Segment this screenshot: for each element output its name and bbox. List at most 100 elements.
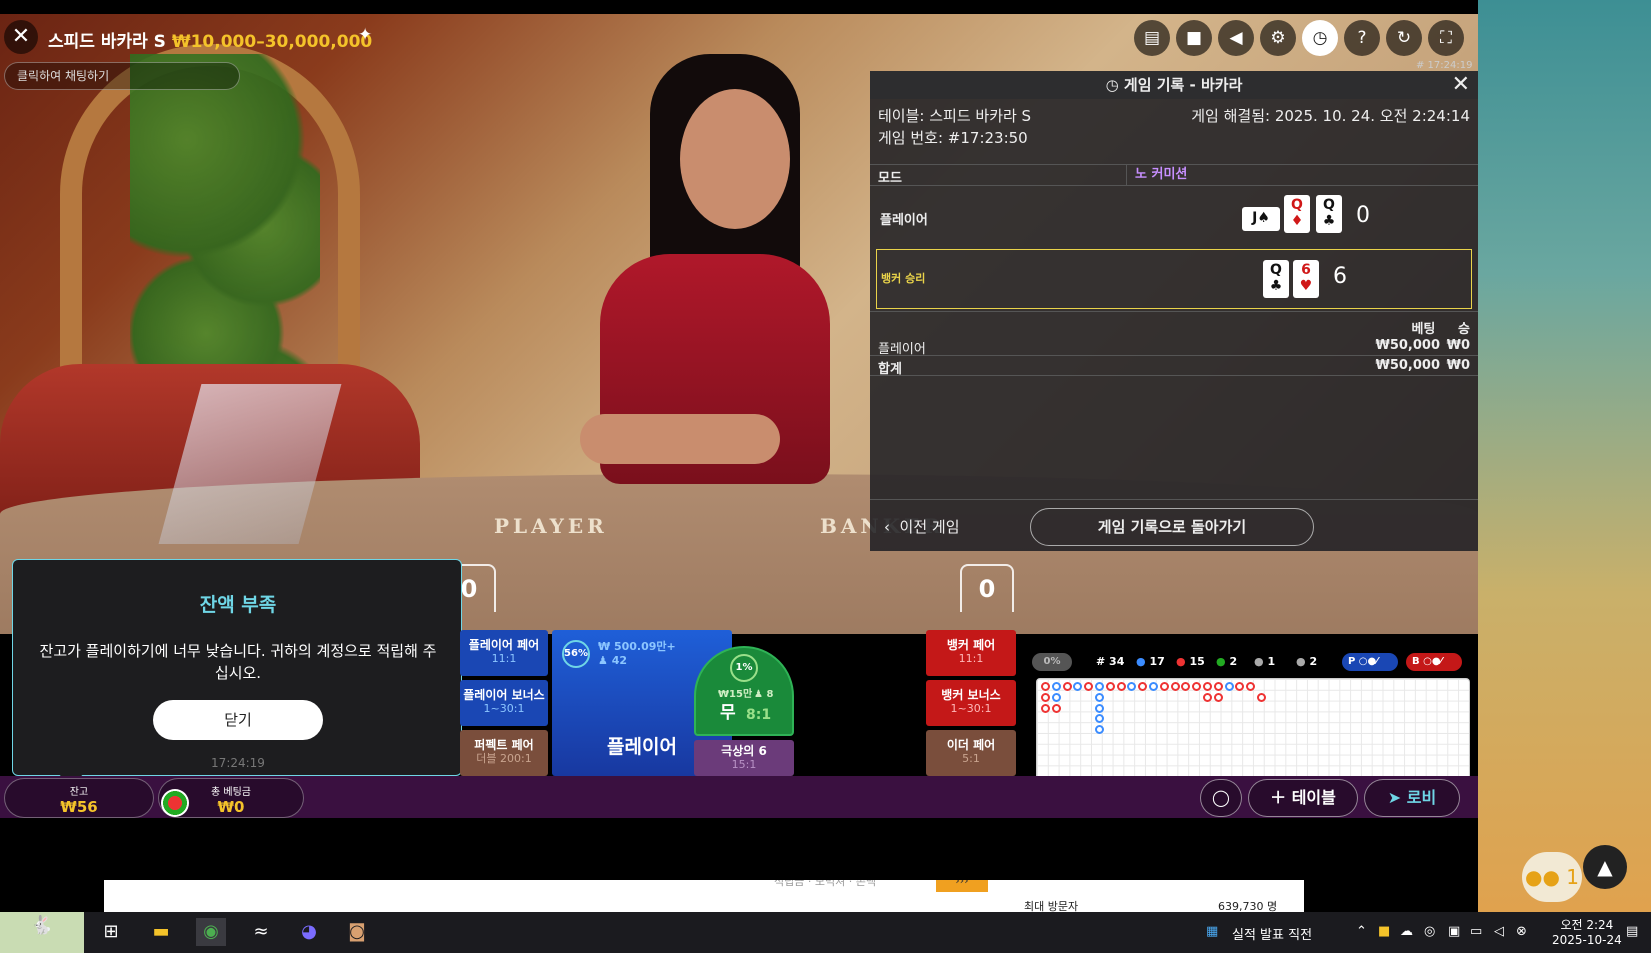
chevron-left-icon: ‹ [884,518,890,536]
banker-predict-button[interactable]: B ○●⁄ [1406,653,1462,671]
history-panel: ◷ 게임 기록 - 바카라 ✕ 테이블: 스피드 바카라 S 게임 번호: #1… [870,71,1478,551]
chrome-icon[interactable]: ◉ [196,918,226,946]
bead-road-dot [1246,682,1256,691]
tray-chevron-icon[interactable]: ⌃ [1356,924,1367,939]
bead-road-dot [1041,692,1050,702]
player-pair-wins: ● 1 [1254,655,1276,668]
rotate-icon[interactable]: ↻ [1386,20,1422,56]
close-dialog-button[interactable]: 닫기 [153,700,323,740]
news-icon[interactable]: ▦ [1206,924,1218,939]
bet-total-line: 합계 ₩50,000 ₩0 [870,356,1478,377]
add-table-button[interactable]: ＋ 테이블 [1248,779,1358,817]
insufficient-balance-dialog: 잔액 부족 잔고가 플레이하기에 너무 낮습니다. 귀하의 계정으로 적립해 주… [12,559,462,788]
banker-score: 6 [1333,264,1347,289]
tie-amount: ₩15만 [718,689,753,700]
pin-icon[interactable]: ✦ [358,25,372,45]
game-app-icon[interactable]: ◙ [342,918,372,946]
video-icon[interactable]: ■ [1176,20,1212,56]
table-word-player: PLAYER [494,514,608,538]
mode-label: 모드 [878,171,902,186]
playing-card: J♠ [1242,207,1280,231]
history-footer: ‹ 이전 게임 게임 기록으로 돌아가기 [870,499,1478,551]
desktop-wallpaper [1478,0,1651,912]
player-score: 0 [1356,203,1370,228]
banker-bonus-spot[interactable]: 뱅커 보너스 1~30:1 [926,680,1016,726]
player-pair-spot[interactable]: 플레이어 페어 11:1 [460,630,548,676]
banker-pair-spot[interactable]: 뱅커 페어 11:1 [926,630,1016,676]
tie-spot[interactable]: 1% ₩15만 ♟ 8 무 8:1 [694,646,794,736]
kakao-icon[interactable]: ■ [1378,924,1390,939]
help-icon[interactable]: ? [1344,20,1380,56]
perfect-pair-spot[interactable]: 퍼펙트 페어 더블 200:1 [460,730,548,776]
history-mode: 모드 노 커미션 [870,164,1478,186]
volume-icon[interactable]: ◁ [1494,924,1504,939]
total-bet-pill: 총 베팅금 ₩0 [158,778,304,818]
either-pair-spot[interactable]: 이더 페어 5:1 [926,730,1016,776]
dialog-title: 잔액 부족 [199,594,277,616]
file-explorer-icon[interactable]: ▬ [146,918,176,946]
bead-road-dot [1095,714,1104,724]
news-text[interactable]: 실적 발표 직전 [1232,924,1312,943]
history-clock-icon: ◷ [1105,76,1119,94]
roadmap: 0% # 34 ● 17 ● 15 ● 2 ● 1 ● 2 P ○●⁄ B ○●… [1026,651,1470,782]
chat-input[interactable]: 클릭하여 채팅하기 [4,62,240,90]
banker-pct: 43% [888,640,916,668]
dialog-time: 17:24:19 [211,756,265,770]
history-title: 게임 기록 - 바카라 [1123,76,1243,94]
wallpaper-thumbnail-icon[interactable]: 🐇 [0,912,84,953]
bead-road-dot [1213,682,1223,691]
prev-game-button[interactable]: ‹ 이전 게임 [884,516,960,537]
history-game-no: 게임 번호: #17:23:50 [878,129,1028,147]
bead-road-dot [1062,682,1072,691]
tie-label: 무 [720,703,736,723]
bead-road-dot [1192,682,1202,691]
chips-icon [161,789,189,817]
pair-dot-icon: ● [1254,655,1264,668]
top-bar: ✕ 스피드 바카라 S ₩10,000–30,000,000 ✦ ▤ ■ ◀ ⚙… [0,14,1478,60]
banker-score-ring: 0 [960,564,1014,612]
banker-count: ♟ 15 [832,654,862,667]
bead-road-grid [1036,678,1470,782]
settings-icon[interactable]: ⚙ [1260,20,1296,56]
chat-bubble-icon[interactable]: ◯ [1200,779,1242,817]
network-icon[interactable]: ▭ [1470,924,1482,939]
app-icon[interactable]: ≈ [246,918,276,946]
roadmap-pct[interactable]: 0% [1032,653,1072,671]
lobby-button[interactable]: ➤ 로비 [1364,779,1460,817]
player-bonus-spot[interactable]: 플레이어 보너스 1~30:1 [460,680,548,726]
bet-line: 플레이어 ₩50,000 ₩0 [870,336,1478,357]
cloud-icon[interactable]: ☁ [1400,924,1413,939]
bead-road-dot [1073,682,1083,691]
super-six-spot[interactable]: 극상의 6 15:1 [694,740,794,776]
task-view-icon[interactable]: ⊞ [96,918,126,946]
banker-win-label: 뱅커 승리 [881,272,926,285]
bead-road-dot [1084,682,1094,691]
close-icon[interactable]: ✕ [4,20,38,54]
scroll-up-icon[interactable]: ▲ [1583,845,1627,889]
system-clock[interactable]: 오전 2:24 2025-10-24 [1552,916,1622,947]
chat-notification-button[interactable]: ●● 1 [1522,852,1582,902]
bead-road-dot [1203,692,1212,702]
x-tray-icon[interactable]: ⊗ [1516,924,1527,939]
player-predict-button[interactable]: P ○●⁄ [1342,653,1398,671]
bead-road-dot [1181,682,1191,691]
ime-icon[interactable]: ▣ [1448,924,1460,939]
player-wins: ● 17 [1136,655,1165,668]
bets-header: 베팅 승 [1411,322,1470,337]
history-banker-row: 뱅커 승리 Q ♣ 6 ♥ 6 [876,249,1472,309]
discord-icon[interactable]: ◕ [294,918,324,946]
fullscreen-icon[interactable]: ⛶ [1428,20,1464,56]
chat-icon[interactable]: ▤ [1134,20,1170,56]
volume-icon[interactable]: ◀ [1218,20,1254,56]
bead-road-dot [1149,682,1158,691]
player-label: 플레이어 [880,213,928,228]
notification-icon[interactable]: ▤ [1626,924,1638,939]
steam-icon[interactable]: ◎ [1424,924,1435,939]
tie-count: ♟ 8 [754,689,774,700]
history-icon[interactable]: ◷ [1302,20,1338,56]
back-to-history-button[interactable]: 게임 기록으로 돌아가기 [1030,508,1314,546]
player-amount: ₩ 500.09만+ [598,640,676,653]
taskbar: 🐇 ⊞ ▬ ◉ ≈ ◕ ◙ ▦ 실적 발표 직전 ⌃ ■ ☁ ◎ ▣ ▭ ◁ ⊗… [0,912,1651,953]
history-info: 테이블: 스피드 바카라 S 게임 번호: #17:23:50 [878,105,1031,149]
close-icon[interactable]: ✕ [1452,71,1470,99]
